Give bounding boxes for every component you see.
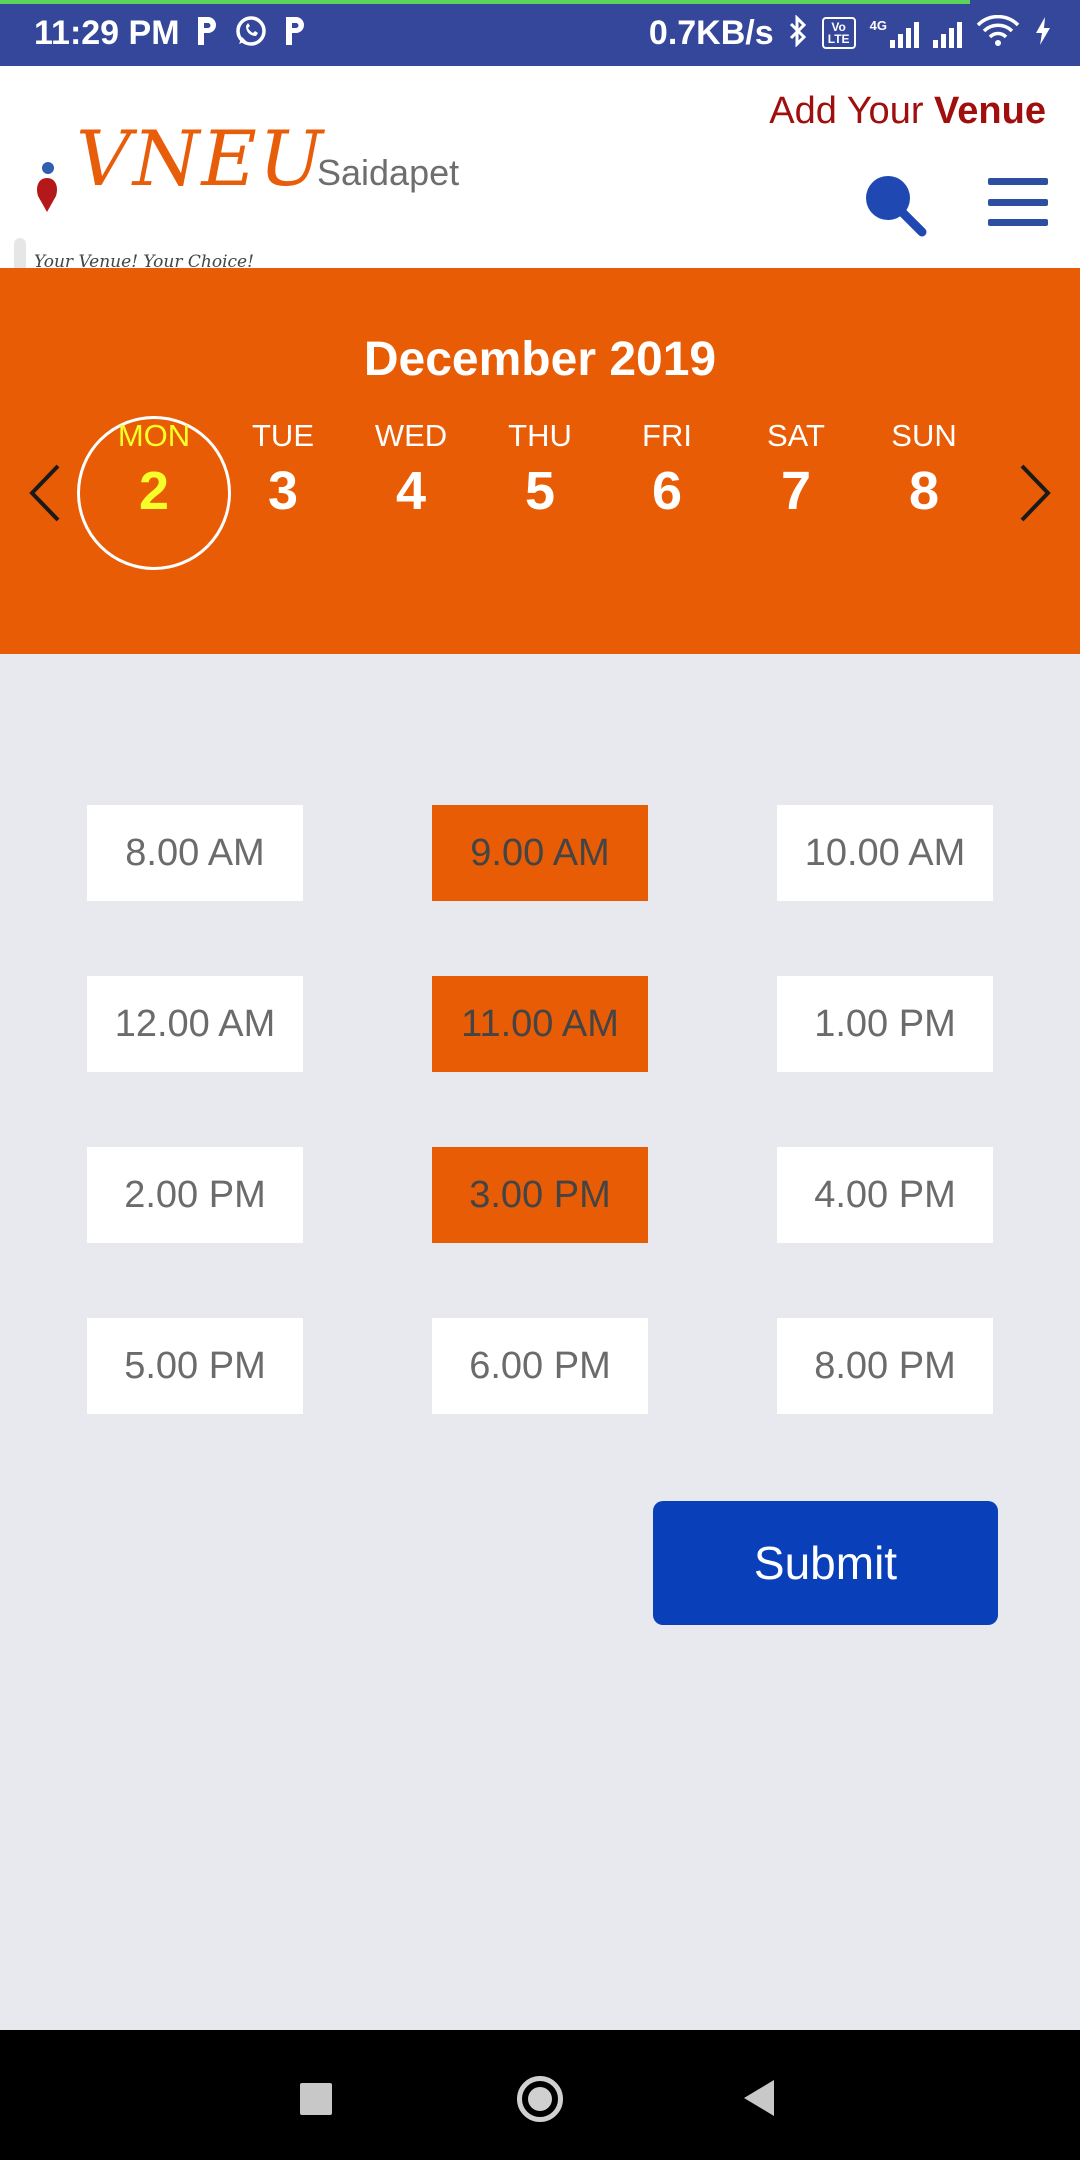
network-speed: 0.7KB/s [648,13,774,52]
time-slot[interactable]: 8.00 PM [777,1318,993,1414]
ivneu-logo[interactable]: VNEU Your Venue! Your Choice! [30,112,323,272]
time-slot[interactable]: 12.00 AM [87,976,303,1072]
time-slot[interactable]: 3.00 PM [432,1147,648,1243]
whatsapp-icon [234,14,268,53]
month-title: December 2019 [363,333,717,386]
hamburger-menu-icon[interactable] [988,178,1048,226]
time-slot[interactable]: 9.00 AM [432,805,648,901]
venue-booking-screen: 11:29 PM 0.7KB/s Vo LTE 4G VNEU Your Ven… [0,0,1080,2160]
search-icon[interactable] [862,172,928,238]
week-calendar: December 2019 MON 2 TUE 3 WED 4 THU 5 FR… [0,268,1080,654]
logo-text: VNEU [76,114,325,203]
previous-week-arrow-icon[interactable] [26,460,66,526]
day-sat[interactable]: SAT 7 [736,418,856,522]
app-header: VNEU Your Venue! Your Choice! Saidapet A… [0,66,1080,272]
day-thu[interactable]: THU 5 [480,418,600,522]
day-wed[interactable]: WED 4 [351,418,471,522]
day-tue[interactable]: TUE 3 [223,418,343,522]
submit-button[interactable]: Submit [653,1501,998,1625]
day-sun[interactable]: SUN 8 [864,418,984,522]
location-label[interactable]: Saidapet [317,152,459,194]
next-week-arrow-icon[interactable] [1014,460,1054,526]
system-navigation-bar [0,2030,1080,2160]
time-slot[interactable]: 5.00 PM [87,1318,303,1414]
time-slot[interactable]: 2.00 PM [87,1147,303,1243]
time-slot[interactable]: 10.00 AM [777,805,993,901]
time-slot[interactable]: 1.00 PM [777,976,993,1072]
signal-4g-icon: 4G [870,18,919,48]
day-fri[interactable]: FRI 6 [607,418,727,522]
charging-icon [1034,15,1052,52]
day-mon[interactable]: MON 2 [94,418,214,522]
back-triangle-icon[interactable] [744,2080,774,2116]
home-circle-icon[interactable] [517,2076,563,2122]
parking-p-icon [282,15,308,52]
progress-line [0,0,970,4]
volte-icon: Vo LTE [821,17,856,49]
logo-pin-icon [37,162,57,212]
status-bar: 11:29 PM 0.7KB/s Vo LTE 4G [0,0,1080,66]
recents-square-icon[interactable] [300,2083,332,2115]
wifi-icon [976,14,1020,52]
time-slot[interactable]: 11.00 AM [432,976,648,1072]
status-time: 11:29 PM [34,13,180,52]
bluetooth-icon [788,13,808,52]
parking-p-icon [194,15,220,52]
add-your-venue-link[interactable]: Add Your Venue [769,90,1046,133]
time-slot[interactable]: 8.00 AM [87,805,303,901]
time-slot[interactable]: 6.00 PM [432,1318,648,1414]
time-slot[interactable]: 4.00 PM [777,1147,993,1243]
signal-icon [933,18,962,48]
